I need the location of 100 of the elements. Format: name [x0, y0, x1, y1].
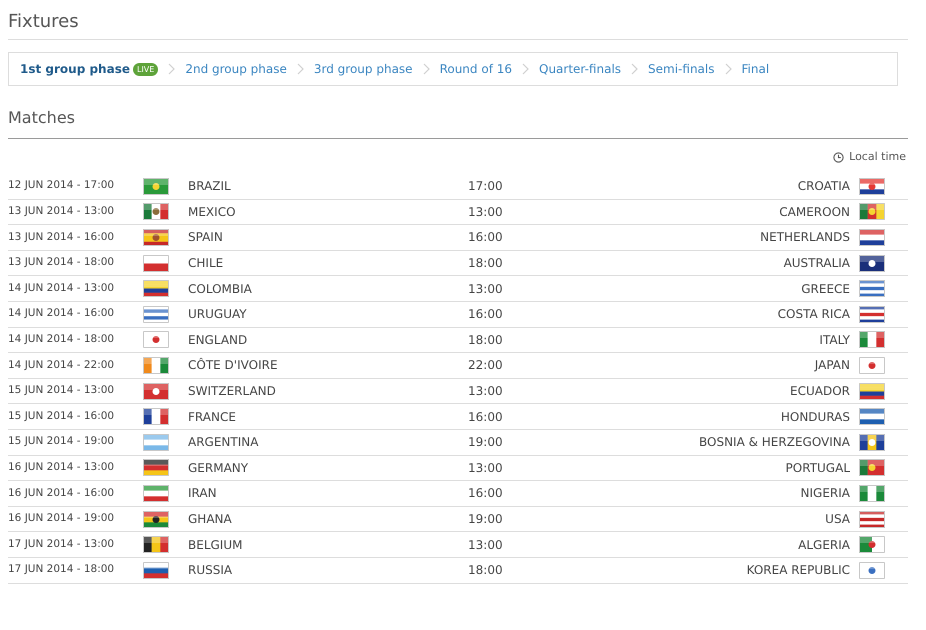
live-badge: LIVE — [132, 62, 158, 76]
phase-tab[interactable]: Quarter-finals — [539, 60, 622, 78]
flag-icon — [143, 228, 169, 246]
home-team: MEXICO — [188, 204, 237, 221]
flag-icon — [859, 510, 885, 528]
kickoff-time: 13:00 — [468, 536, 504, 554]
home-team: GERMANY — [188, 460, 250, 477]
chevron-right-icon — [422, 63, 430, 75]
away-team: KOREA REPUBLIC — [746, 562, 850, 580]
away-team: COSTA RICA — [776, 306, 850, 324]
phase-tab[interactable]: Semi-finals — [648, 60, 714, 78]
home-team: CHILE — [188, 255, 224, 272]
chevron-right-icon — [522, 63, 529, 75]
flag-icon — [859, 356, 885, 374]
kickoff-time: 22:00 — [468, 357, 504, 374]
away-team: BOSNIA & HERZEGOVINA — [698, 434, 850, 452]
flag-icon — [143, 280, 169, 298]
match-date: 14 JUN 2014 - 16:00 — [8, 306, 116, 322]
flag-icon — [859, 562, 885, 579]
match-date: 16 JUN 2014 - 13:00 — [8, 460, 116, 475]
kickoff-time: 18:00 — [468, 255, 504, 272]
home-team: ENGLAND — [188, 332, 248, 349]
match-date: 16 JUN 2014 - 16:00 — [8, 486, 116, 501]
flag-icon — [859, 408, 885, 426]
away-team: ECUADOR — [789, 383, 850, 400]
away-team: NIGERIA — [800, 485, 850, 502]
kickoff-time: 16:00 — [468, 408, 504, 426]
flag-icon — [143, 459, 169, 476]
flag-icon — [859, 280, 885, 298]
kickoff-time: 18:00 — [468, 332, 504, 349]
chevron-right-icon — [296, 63, 304, 75]
flag-icon — [143, 178, 169, 195]
flag-icon — [143, 562, 169, 579]
home-team: IRAN — [188, 485, 218, 502]
kickoff-time: 16:00 — [468, 485, 504, 502]
flag-icon — [143, 254, 169, 272]
flag-icon — [859, 331, 885, 348]
match-date: 17 JUN 2014 - 18:00 — [8, 562, 116, 578]
kickoff-time: 16:00 — [468, 229, 504, 246]
phase-tab[interactable]: 1st group phase — [20, 60, 130, 78]
away-team: ALGERIA — [797, 536, 850, 554]
home-team: ARGENTINA — [188, 434, 260, 452]
home-team: SPAIN — [188, 229, 224, 246]
flag-icon — [859, 178, 885, 195]
flag-icon — [143, 382, 169, 400]
chevron-right-icon — [168, 63, 176, 75]
home-team: RUSSIA — [188, 562, 234, 580]
phase-tab[interactable]: 2nd group phase — [185, 60, 287, 78]
match-date: 14 JUN 2014 - 22:00 — [8, 358, 116, 373]
phase-tab[interactable]: 3rd group phase — [314, 60, 413, 78]
flag-icon — [859, 536, 885, 554]
flag-icon — [143, 306, 169, 323]
section-title: Matches — [8, 107, 75, 129]
flag-icon — [143, 434, 169, 451]
flag-icon — [859, 382, 885, 400]
match-date: 16 JUN 2014 - 19:00 — [8, 511, 116, 526]
local-time-label: Local time — [849, 149, 906, 166]
kickoff-time: 13:00 — [468, 383, 504, 400]
flag-icon — [143, 510, 169, 528]
flag-icon — [143, 484, 169, 502]
home-team: BELGIUM — [188, 536, 244, 554]
home-team: CÔTE D'IVOIRE — [188, 356, 279, 374]
away-team: CAMEROON — [778, 204, 850, 221]
match-date: 15 JUN 2014 - 19:00 — [8, 434, 116, 450]
kickoff-time: 13:00 — [468, 280, 504, 298]
kickoff-time: 18:00 — [468, 562, 504, 580]
flag-icon — [143, 356, 169, 374]
flag-icon — [859, 228, 885, 246]
page-title: Fixtures — [8, 13, 79, 31]
match-date: 12 JUN 2014 - 17:00 — [8, 178, 116, 194]
match-date: 17 JUN 2014 - 13:00 — [8, 536, 116, 552]
chevron-right-icon — [724, 63, 732, 75]
home-team: SWITZERLAND — [188, 383, 277, 400]
flag-icon — [143, 331, 169, 348]
flag-icon — [859, 459, 885, 476]
flag-icon — [143, 408, 169, 426]
match-date: 15 JUN 2014 - 13:00 — [8, 383, 116, 398]
flag-icon — [859, 484, 885, 502]
match-date: 13 JUN 2014 - 16:00 — [8, 230, 116, 245]
kickoff-time: 13:00 — [468, 460, 504, 477]
away-team: GREECE — [800, 280, 850, 298]
flag-icon — [143, 536, 169, 554]
home-team: URUGUAY — [188, 306, 248, 324]
match-date: 14 JUN 2014 - 18:00 — [8, 332, 116, 347]
match-date: 13 JUN 2014 - 18:00 — [8, 255, 116, 270]
flag-icon — [859, 306, 885, 323]
flag-icon — [859, 254, 885, 272]
phase-tab[interactable]: Final — [742, 60, 770, 78]
kickoff-time: 16:00 — [468, 306, 504, 324]
match-date: 15 JUN 2014 - 16:00 — [8, 408, 116, 424]
match-date: 14 JUN 2014 - 13:00 — [8, 280, 116, 296]
away-team: AUSTRALIA — [782, 255, 850, 272]
away-team: PORTUGAL — [784, 460, 850, 477]
flag-icon — [859, 203, 885, 220]
chevron-right-icon — [631, 63, 638, 75]
phase-tab[interactable]: Round of 16 — [440, 60, 512, 78]
away-team: USA — [824, 511, 850, 528]
kickoff-time: 17:00 — [468, 178, 504, 196]
home-team: FRANCE — [188, 408, 237, 426]
match-date: 13 JUN 2014 - 13:00 — [8, 204, 116, 220]
